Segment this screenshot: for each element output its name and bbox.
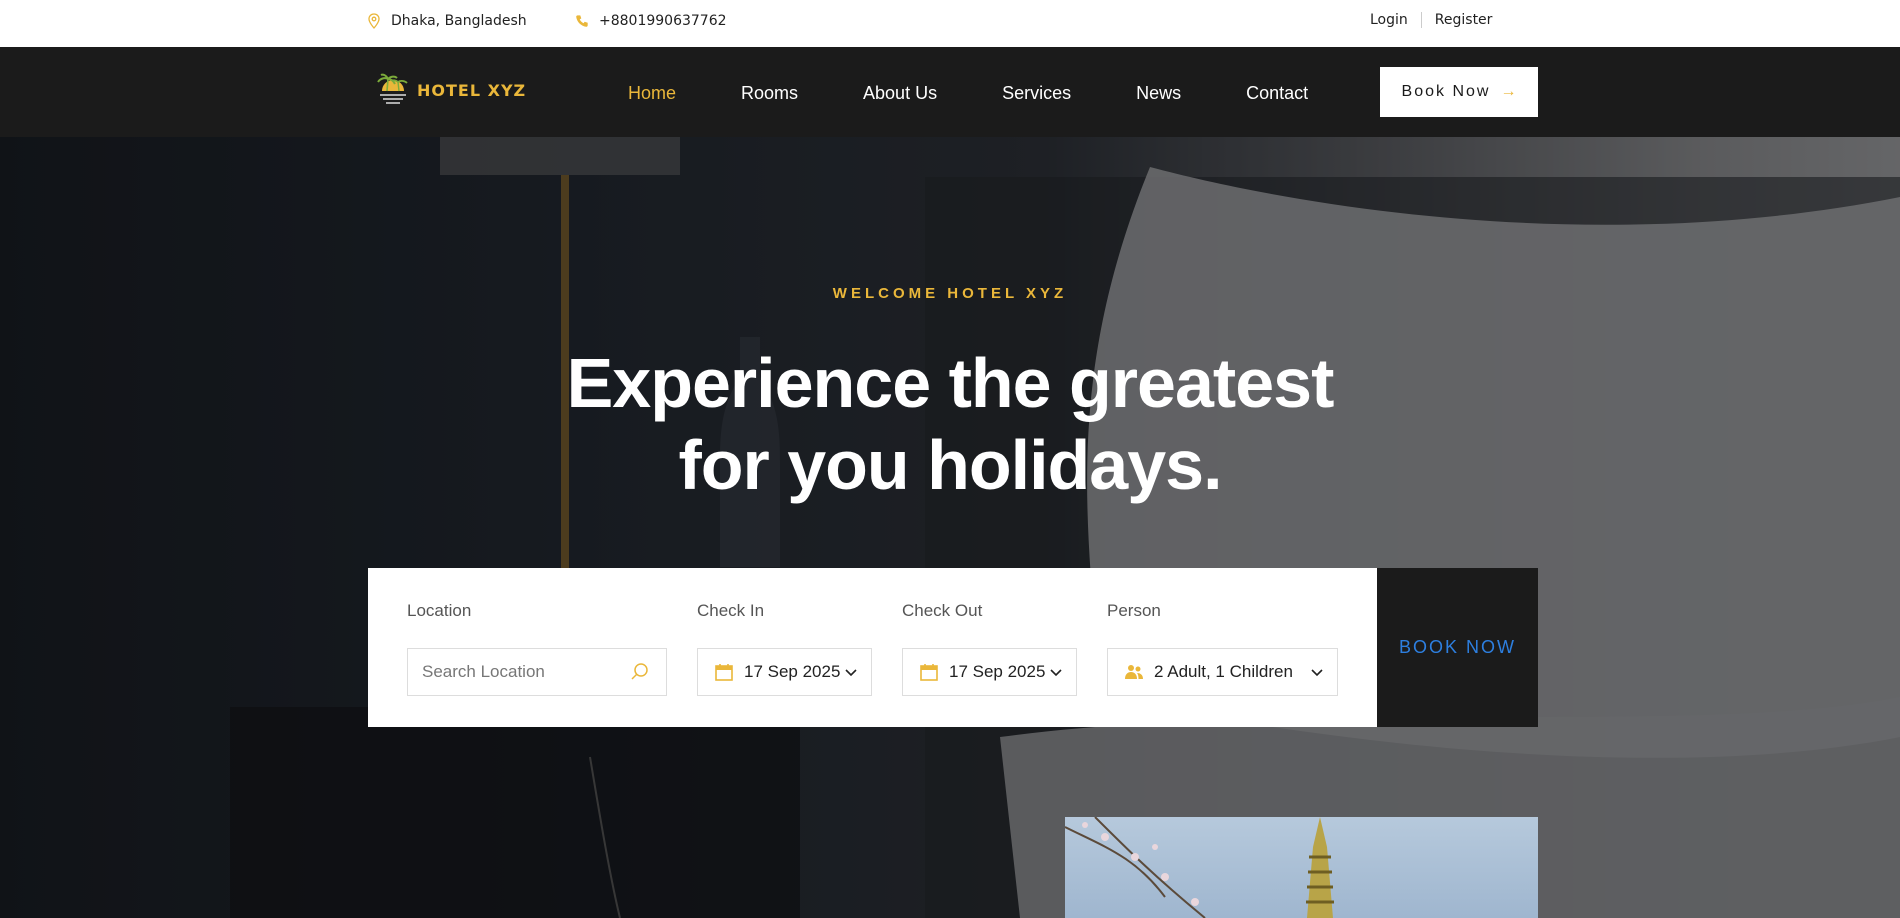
- hero-headline-line2: for you holidays.: [678, 426, 1222, 504]
- top-info-bar: Dhaka, Bangladesh +8801990637762 Login R…: [0, 0, 1900, 47]
- main-navbar: HOTEL XYZ Home Rooms About Us Services N…: [0, 47, 1900, 137]
- tower-photo: [1065, 817, 1538, 918]
- check-out-select[interactable]: 17 Sep 2025: [902, 648, 1077, 696]
- arrow-right-icon: →: [1500, 83, 1517, 100]
- nav-item-contact[interactable]: Contact: [1246, 83, 1308, 104]
- person-value: 2 Adult, 1 Children: [1154, 662, 1293, 681]
- phone-info: +8801990637762: [575, 13, 727, 29]
- nav-item-about-us[interactable]: About Us: [863, 83, 937, 104]
- chevron-down-icon: [1311, 669, 1323, 677]
- brand-logo[interactable]: HOTEL XYZ: [375, 73, 526, 107]
- calendar-icon: [715, 664, 733, 681]
- hero-section: WELCOME HOTEL XYZ Experience the greates…: [0, 137, 1900, 918]
- nav-menu: Home Rooms About Us Services News Contac…: [628, 83, 1373, 104]
- search-icon[interactable]: [630, 662, 650, 682]
- check-out-label: Check Out: [902, 601, 983, 620]
- hero-eyebrow: WELCOME HOTEL XYZ: [832, 285, 1068, 302]
- auth-links: Login Register: [1370, 12, 1492, 28]
- person-label: Person: [1107, 601, 1161, 620]
- auth-divider: [1420, 12, 1422, 28]
- tower-illustration: [1065, 817, 1334, 918]
- hero-headline: Experience the greatest for you holidays…: [0, 342, 1900, 506]
- phone-icon: [576, 15, 588, 27]
- location-text: Dhaka, Bangladesh: [391, 13, 527, 29]
- calendar-icon: [920, 664, 938, 681]
- map-pin-icon: [368, 13, 380, 29]
- nav-item-news[interactable]: News: [1136, 83, 1181, 104]
- check-out-value: 17 Sep 2025: [949, 662, 1046, 681]
- nav-item-rooms[interactable]: Rooms: [741, 83, 798, 104]
- brand-name: HOTEL XYZ: [417, 80, 527, 100]
- location-info: Dhaka, Bangladesh: [367, 13, 527, 29]
- book-now-header-label: Book Now: [1401, 83, 1491, 100]
- person-select[interactable]: 2 Adult, 1 Children: [1107, 648, 1338, 696]
- check-in-value: 17 Sep 2025: [744, 662, 841, 681]
- booking-form: Location Check In 17 Sep 2025 Check Out …: [368, 568, 1377, 727]
- chevron-down-icon: [1050, 669, 1062, 677]
- hero-overlay: [0, 137, 1900, 918]
- location-field[interactable]: [407, 648, 667, 696]
- register-link[interactable]: Register: [1435, 12, 1493, 28]
- login-link[interactable]: Login: [1370, 12, 1408, 28]
- book-now-header-button[interactable]: Book Now →: [1380, 67, 1538, 117]
- users-icon: [1125, 665, 1143, 679]
- book-now-button[interactable]: BOOK NOW: [1377, 568, 1538, 727]
- hero-headline-line1: Experience the greatest: [566, 344, 1335, 422]
- check-in-label: Check In: [697, 601, 765, 620]
- location-search-input[interactable]: [422, 662, 622, 682]
- chevron-down-icon: [845, 669, 857, 677]
- check-in-select[interactable]: 17 Sep 2025: [697, 648, 872, 696]
- nav-item-home[interactable]: Home: [628, 83, 676, 104]
- phone-text: +8801990637762: [599, 13, 727, 29]
- palm-sun-logo-icon: [377, 73, 408, 104]
- nav-item-services[interactable]: Services: [1002, 83, 1071, 104]
- location-label: Location: [407, 601, 472, 620]
